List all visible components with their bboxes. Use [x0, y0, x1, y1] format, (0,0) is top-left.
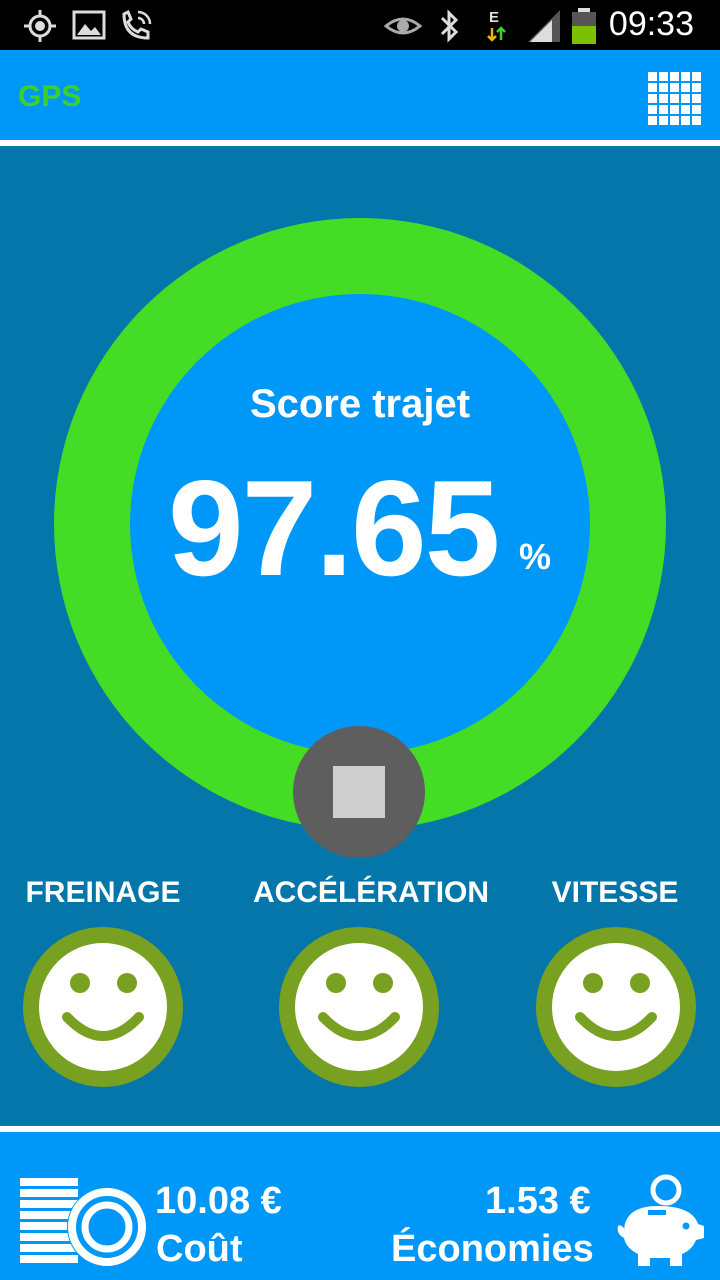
smiley-icon	[536, 927, 696, 1087]
phone-wifi-call-icon	[122, 9, 152, 40]
score-value: 97.65	[168, 452, 500, 604]
eye-icon	[384, 17, 422, 35]
score-label: Score trajet	[249, 382, 471, 426]
bluetooth-icon	[440, 9, 459, 43]
status-clock: 09:33	[608, 5, 694, 43]
data-e-icon: E	[487, 9, 506, 42]
metric-label-freinage: FREINAGE	[25, 876, 181, 909]
cost-value: 10.08 €	[155, 1180, 282, 1222]
stop-icon[interactable]	[333, 766, 385, 818]
status-bar: E 09:33	[0, 0, 720, 50]
piggy-bank-icon	[617, 1174, 704, 1266]
svg-text:E: E	[489, 9, 499, 26]
cost-label: Coût	[156, 1228, 243, 1270]
grid-menu-icon[interactable]	[648, 72, 702, 126]
coins-icon	[20, 1178, 147, 1267]
app-title: GPS	[18, 80, 82, 113]
header-divider	[0, 140, 720, 146]
metric-label-acceleration: ACCÉLÉRATION	[252, 876, 490, 909]
savings-value: 1.53 €	[485, 1180, 591, 1222]
gps-icon	[24, 10, 56, 42]
battery-icon	[572, 8, 596, 44]
smiley-icon	[279, 927, 439, 1087]
savings-label: Économies	[391, 1228, 594, 1270]
metric-label-vitesse: VITESSE	[551, 876, 679, 909]
signal-icon	[528, 10, 560, 42]
app-bar: GPS	[0, 50, 720, 140]
smiley-icon	[23, 927, 183, 1087]
score-unit: %	[519, 536, 552, 577]
gallery-icon	[72, 10, 106, 40]
